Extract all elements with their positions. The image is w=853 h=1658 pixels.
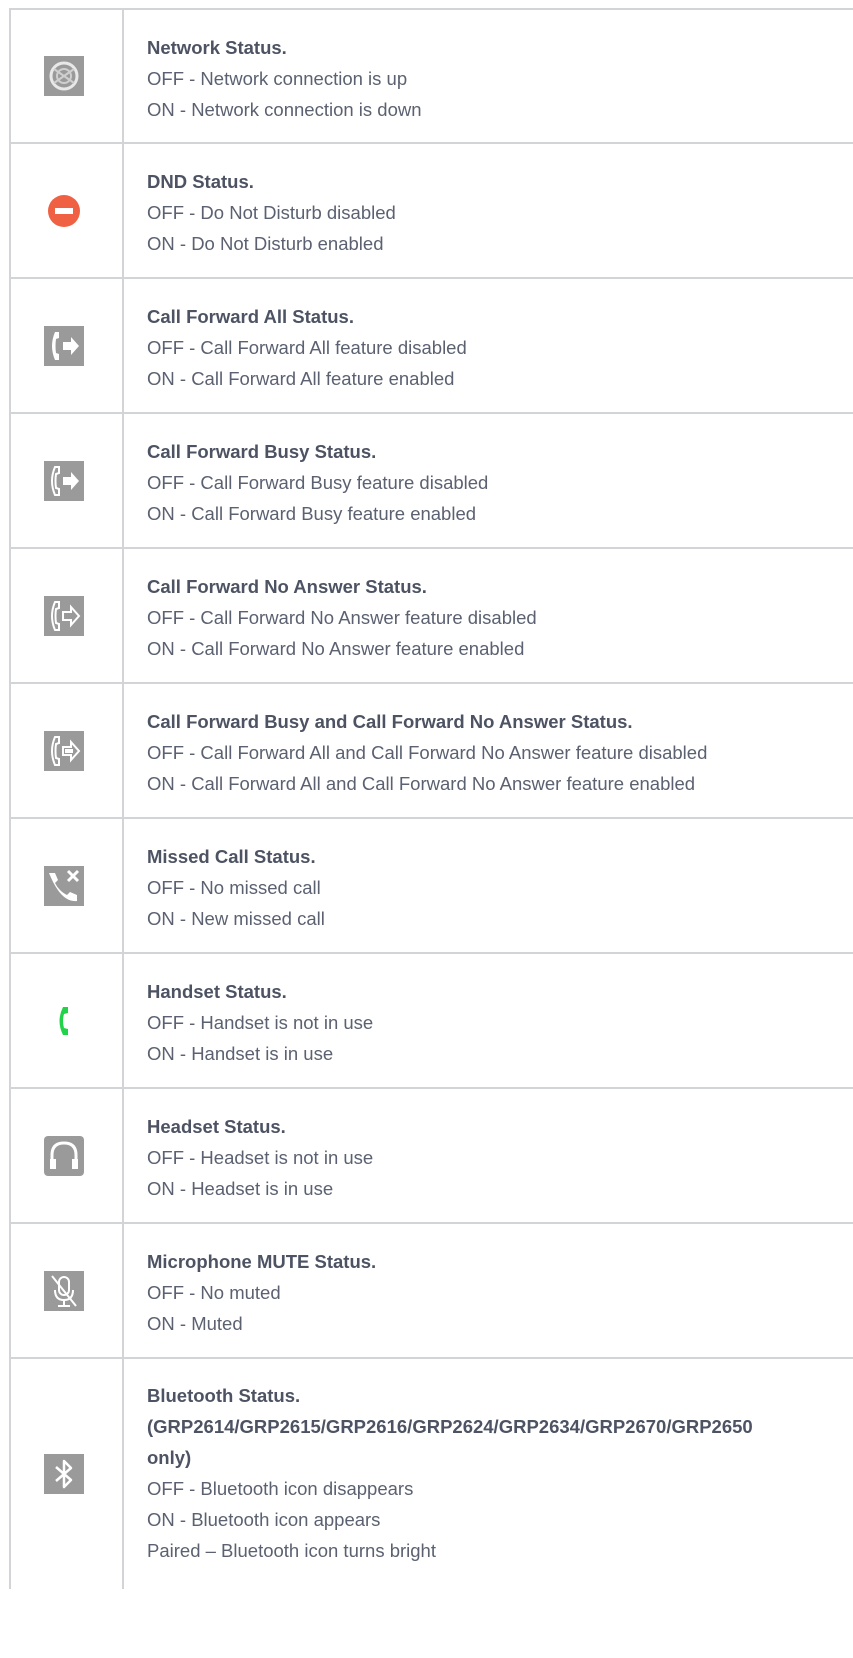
status-icon-table: Network Status. OFF - Network connection… — [9, 8, 853, 1589]
row-title: Network Status. — [147, 37, 287, 58]
call-forward-busy-no-answer-icon — [43, 730, 84, 771]
row-line-off: OFF - Handset is not in use — [147, 1012, 374, 1033]
row-line-off: OFF - Do Not Disturb disabled — [147, 202, 396, 223]
row-title: Microphone MUTE Status. — [147, 1251, 377, 1272]
row-line-off: OFF - Call Forward All and Call Forward … — [147, 742, 708, 763]
table-row: Microphone MUTE Status. OFF - No muted O… — [11, 1224, 853, 1359]
row-title: Bluetooth Status. — [147, 1385, 301, 1406]
description-cell: DND Status. OFF - Do Not Disturb disable… — [124, 144, 853, 277]
description-cell: Network Status. OFF - Network connection… — [124, 10, 853, 142]
row-line-off: OFF - No missed call — [147, 877, 321, 898]
row-title: Call Forward Busy and Call Forward No An… — [147, 711, 633, 732]
row-title: Call Forward No Answer Status. — [147, 576, 427, 597]
microphone-mute-icon — [43, 1270, 84, 1311]
row-line-off: OFF - Call Forward All feature disabled — [147, 337, 467, 358]
description-cell: Handset Status. OFF - Handset is not in … — [124, 954, 853, 1087]
description-cell: Missed Call Status. OFF - No missed call… — [124, 819, 853, 952]
row-title: DND Status. — [147, 171, 254, 192]
row-line-off: OFF - Bluetooth icon disappears — [147, 1478, 414, 1499]
table-row: Missed Call Status. OFF - No missed call… — [11, 819, 853, 954]
table-row: DND Status. OFF - Do Not Disturb disable… — [11, 144, 853, 279]
icon-cell — [11, 144, 124, 277]
row-line-on: ON - Headset is in use — [147, 1178, 334, 1199]
icon-cell — [11, 819, 124, 952]
call-forward-all-icon — [43, 325, 84, 366]
row-line-paired: Paired – Bluetooth icon turns bright — [147, 1540, 436, 1561]
description-cell: Call Forward Busy and Call Forward No An… — [124, 684, 853, 817]
handset-icon — [59, 1006, 68, 1035]
call-forward-no-answer-icon — [43, 595, 84, 636]
table-row: Call Forward All Status. OFF - Call Forw… — [11, 279, 853, 414]
call-forward-busy-icon — [43, 460, 84, 501]
row-line-off: OFF - Call Forward No Answer feature dis… — [147, 607, 537, 628]
row-title: Headset Status. — [147, 1116, 286, 1137]
table-row: Call Forward No Answer Status. OFF - Cal… — [11, 549, 853, 684]
icon-cell — [11, 1359, 124, 1589]
table-row: Bluetooth Status. (GRP2614/GRP2615/GRP26… — [11, 1359, 853, 1589]
icon-cell — [11, 279, 124, 412]
row-line-on: ON - Call Forward All feature enabled — [147, 368, 455, 389]
dnd-icon — [47, 194, 80, 227]
table-row: Call Forward Busy and Call Forward No An… — [11, 684, 853, 819]
table-row: Call Forward Busy Status. OFF - Call For… — [11, 414, 853, 549]
table-row: Handset Status. OFF - Handset is not in … — [11, 954, 853, 1089]
row-line-off: OFF - Call Forward Busy feature disabled — [147, 472, 489, 493]
row-line-on: ON - Network connection is down — [147, 99, 422, 120]
icon-cell — [11, 549, 124, 682]
row-line-on: ON - New missed call — [147, 908, 325, 929]
table-row: Headset Status. OFF - Headset is not in … — [11, 1089, 853, 1224]
description-cell: Call Forward Busy Status. OFF - Call For… — [124, 414, 853, 547]
icon-cell — [11, 1224, 124, 1357]
row-line-on: ON - Call Forward No Answer feature enab… — [147, 638, 525, 659]
icon-cell — [11, 1089, 124, 1222]
row-title: Handset Status. — [147, 981, 287, 1002]
row-line-off: OFF - No muted — [147, 1282, 281, 1303]
network-icon — [43, 56, 84, 96]
icon-cell — [11, 684, 124, 817]
row-line-off: OFF - Headset is not in use — [147, 1147, 374, 1168]
row-title-models: (GRP2614/GRP2615/GRP2616/GRP2624/GRP2634… — [147, 1416, 753, 1437]
row-title: Call Forward All Status. — [147, 306, 354, 327]
row-line-off: OFF - Network connection is up — [147, 68, 408, 89]
row-line-on: ON - Do Not Disturb enabled — [147, 233, 384, 254]
row-title: Call Forward Busy Status. — [147, 441, 377, 462]
row-line-on: ON - Call Forward All and Call Forward N… — [147, 773, 696, 794]
row-line-on: ON - Call Forward Busy feature enabled — [147, 503, 477, 524]
row-line-on: ON - Bluetooth icon appears — [147, 1509, 381, 1530]
description-cell: Bluetooth Status. (GRP2614/GRP2615/GRP26… — [124, 1359, 853, 1589]
table-row: Network Status. OFF - Network connection… — [11, 10, 853, 144]
description-cell: Call Forward No Answer Status. OFF - Cal… — [124, 549, 853, 682]
description-cell: Call Forward All Status. OFF - Call Forw… — [124, 279, 853, 412]
row-title: Missed Call Status. — [147, 846, 316, 867]
missed-call-icon — [43, 865, 84, 906]
row-title-models-cont: only) — [147, 1447, 192, 1468]
bluetooth-icon — [43, 1454, 84, 1494]
icon-cell — [11, 414, 124, 547]
icon-cell — [11, 954, 124, 1087]
description-cell: Headset Status. OFF - Headset is not in … — [124, 1089, 853, 1222]
row-line-on: ON - Muted — [147, 1313, 243, 1334]
row-line-on: ON - Handset is in use — [147, 1043, 334, 1064]
headset-icon — [43, 1135, 84, 1176]
icon-cell — [11, 10, 124, 142]
description-cell: Microphone MUTE Status. OFF - No muted O… — [124, 1224, 853, 1357]
